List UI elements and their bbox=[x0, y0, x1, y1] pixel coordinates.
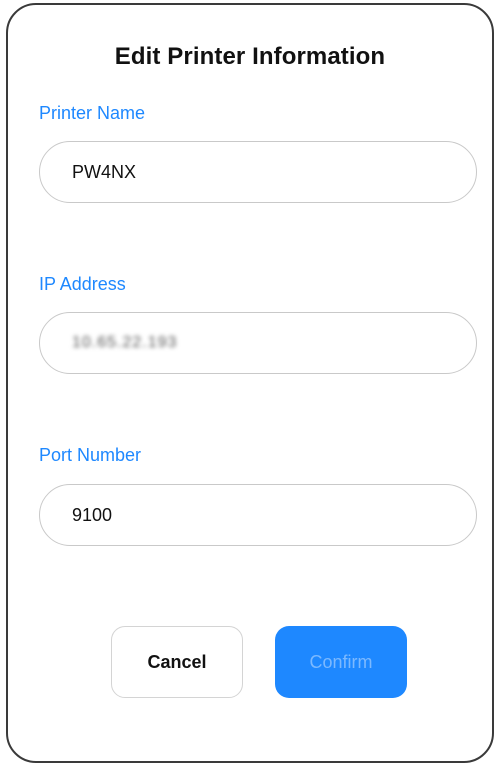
edit-printer-dialog: Edit Printer Information Printer Name PW… bbox=[6, 3, 494, 763]
printer-name-value: PW4NX bbox=[72, 161, 137, 182]
cancel-button-label: Cancel bbox=[147, 651, 207, 672]
ip-address-input[interactable]: 10.65.22.193 bbox=[39, 312, 477, 374]
port-number-input[interactable]: 9100 bbox=[39, 484, 477, 546]
printer-name-input[interactable]: PW4NX bbox=[39, 141, 477, 203]
printer-name-label: Printer Name bbox=[39, 103, 146, 123]
port-number-value: 9100 bbox=[72, 504, 113, 525]
confirm-button-label: Confirm bbox=[309, 651, 373, 672]
ip-address-label: IP Address bbox=[39, 274, 126, 294]
port-number-label: Port Number bbox=[39, 445, 142, 465]
cancel-button[interactable]: Cancel bbox=[111, 626, 243, 698]
confirm-button[interactable]: Confirm bbox=[275, 626, 407, 698]
dialog-title: Edit Printer Information bbox=[114, 43, 386, 70]
ip-address-value: 10.65.22.193 bbox=[72, 334, 178, 351]
